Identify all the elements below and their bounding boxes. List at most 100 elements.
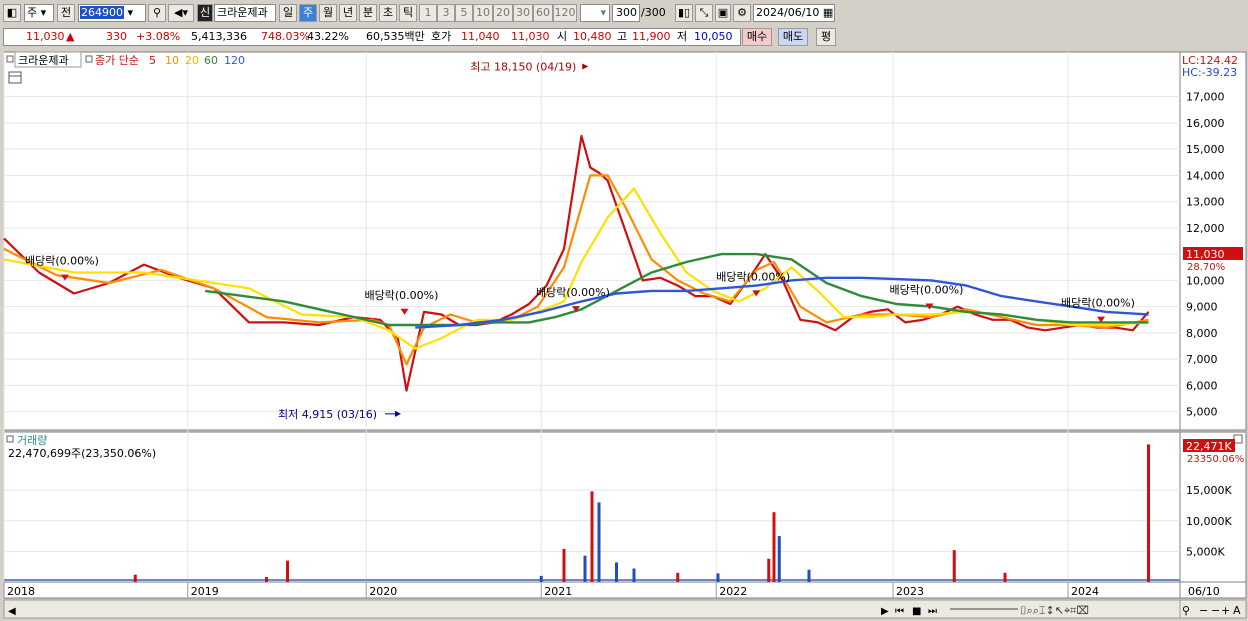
quote-arrow: ▲ — [66, 30, 75, 43]
dividend-annotation: 배당락(0.00%) — [536, 286, 610, 299]
zoom-in-icon[interactable]: + — [1221, 604, 1230, 617]
line-tool-icon[interactable]: ⤡ — [695, 4, 713, 22]
price-tick-label: 14,000 — [1186, 169, 1225, 182]
volume-bar — [1003, 572, 1007, 582]
scroll-stop-icon[interactable]: ■ — [912, 606, 921, 617]
period-day[interactable]: 일 — [279, 4, 297, 22]
volume-close-icon[interactable] — [1233, 434, 1243, 444]
low-value: 10,050 — [694, 30, 733, 43]
volume-bar — [562, 548, 566, 582]
toolbar-row-2: 11,030 ▲ 330 +3.08% 5,413,336 748.03% 43… — [0, 27, 1248, 49]
avg-button[interactable]: 평 — [816, 28, 836, 46]
date-tick-label: 2020 — [369, 585, 397, 598]
zoom-out-icon[interactable]: − — [1199, 604, 1208, 617]
date-tick-label: 2021 — [544, 585, 572, 598]
volume-bar — [133, 574, 137, 582]
price-tick-label: 8,000 — [1186, 327, 1218, 340]
volume-bar — [597, 502, 601, 582]
date-value: 2024/06/10 — [756, 6, 820, 19]
code-value: 264900 — [80, 6, 124, 19]
volume-bar — [767, 558, 771, 582]
price-panel — [3, 51, 1181, 431]
toolbar: ◧ 주 ▾ 전 264900 ▾ ⚲ ◀▾ 신 크라운제과 일 주 월 년 분 … — [0, 0, 1248, 50]
open-value: 10,480 — [573, 30, 612, 43]
window-icon[interactable]: ◧ — [3, 4, 21, 22]
step-custom-select[interactable]: ▾ — [580, 4, 610, 22]
chart-area[interactable]: 5,0006,0007,0008,0009,00010,00011,00012,… — [0, 50, 1248, 621]
bottom-date: 06/10 — [1188, 585, 1220, 598]
search-icon[interactable]: ⚲ — [148, 4, 166, 22]
sell-button[interactable]: 매도 — [778, 28, 808, 46]
period-second[interactable]: 초 — [379, 4, 397, 22]
price-tick-label: 6,000 — [1186, 379, 1218, 392]
step-120[interactable]: 120 — [553, 4, 577, 22]
quote-change: 330 — [106, 30, 127, 43]
volume-bar — [590, 491, 594, 582]
last-volume-pct: 23350.06% — [1187, 454, 1244, 465]
quote-turnover: 43.22% — [307, 30, 349, 43]
date-tick-label: 2019 — [191, 585, 219, 598]
legend-ma-20: 20 — [185, 54, 199, 67]
font-size-icon[interactable]: A — [1233, 604, 1241, 617]
table-icon[interactable] — [8, 71, 22, 84]
quote-amount: 60,535백만 — [366, 30, 425, 43]
count-input[interactable]: 300 — [612, 4, 640, 22]
scroll-left-icon[interactable]: ◀ — [8, 606, 16, 617]
volume-bar — [716, 573, 720, 582]
dividend-annotation: 배당락(0.00%) — [716, 270, 790, 283]
step-3[interactable]: 3 — [437, 4, 455, 22]
low-label: 저 — [677, 30, 688, 43]
zoom-icon[interactable]: ⚲ — [1182, 604, 1190, 617]
volume-bar — [777, 536, 781, 582]
code-input[interactable]: 264900 ▾ — [78, 4, 146, 22]
scroll-right-icon[interactable]: ▶ — [881, 606, 889, 617]
price-tick-label: 15,000 — [1186, 143, 1225, 156]
step-5[interactable]: 5 — [455, 4, 473, 22]
mode-select[interactable]: 주 ▾ — [24, 4, 54, 22]
high-value: 11,900 — [632, 30, 671, 43]
high-label: 고 — [617, 30, 628, 43]
quote-price: 11,030 — [26, 30, 65, 43]
price-tick-label: 16,000 — [1186, 117, 1225, 130]
scroll-first-icon[interactable]: ⏮ — [895, 606, 904, 617]
price-axis-panel — [1179, 51, 1247, 431]
volume-bar — [807, 569, 811, 582]
last-price-tag-text: 11,030 — [1186, 248, 1225, 261]
dividend-annotation: 배당락(0.00%) — [25, 255, 99, 268]
save-icon[interactable]: ▣ — [715, 4, 731, 22]
period-month[interactable]: 월 — [319, 4, 337, 22]
period-tick[interactable]: 틱 — [399, 4, 417, 22]
scroll-last-icon[interactable]: ⏭ — [928, 606, 937, 617]
minus-icon[interactable]: − — [1211, 604, 1220, 617]
volume-bar — [286, 560, 289, 582]
quote-change-pct: +3.08% — [136, 30, 181, 43]
step-10[interactable]: 10 — [473, 4, 493, 22]
price-tick-label: 9,000 — [1186, 301, 1218, 314]
speaker-icon[interactable]: ◀▾ — [168, 4, 194, 22]
period-week[interactable]: 주 — [299, 4, 317, 22]
legend-ma-label: 종가 단순 — [95, 54, 139, 67]
step-20[interactable]: 20 — [493, 4, 513, 22]
volume-bar — [952, 550, 956, 582]
candle-type-icon[interactable]: ▮▯ — [675, 4, 693, 22]
ask-label: 호가 — [431, 30, 452, 43]
period-minute[interactable]: 분 — [359, 4, 377, 22]
dividend-annotation: 배당락(0.00%) — [890, 284, 964, 297]
sin-badge: 신 — [197, 4, 213, 22]
drawing-tools-icon[interactable]: ⌷⌕⌕⌶↕↖⌖⌗⌧ — [1020, 604, 1089, 617]
date-tick-label: 2023 — [896, 585, 924, 598]
scope-button[interactable]: 전 — [57, 4, 75, 22]
step-60[interactable]: 60 — [533, 4, 553, 22]
price-tick-label: 12,000 — [1186, 222, 1225, 235]
count-total: /300 — [641, 6, 666, 19]
buy-button[interactable]: 매수 — [742, 28, 772, 46]
dividend-annotation: 배당락(0.00%) — [1061, 297, 1135, 310]
date-input[interactable]: 2024/06/10 ▦ — [753, 4, 835, 22]
period-year[interactable]: 년 — [339, 4, 357, 22]
step-1[interactable]: 1 — [419, 4, 437, 22]
step-30[interactable]: 30 — [513, 4, 533, 22]
gear-icon[interactable]: ⚙ — [733, 4, 751, 22]
stock-name: 크라운제과 — [214, 4, 276, 22]
low-annotation: 최저 4,915 (03/16) — [278, 408, 377, 421]
volume-value-text: 22,470,699주(23,350.06%) — [8, 447, 156, 460]
